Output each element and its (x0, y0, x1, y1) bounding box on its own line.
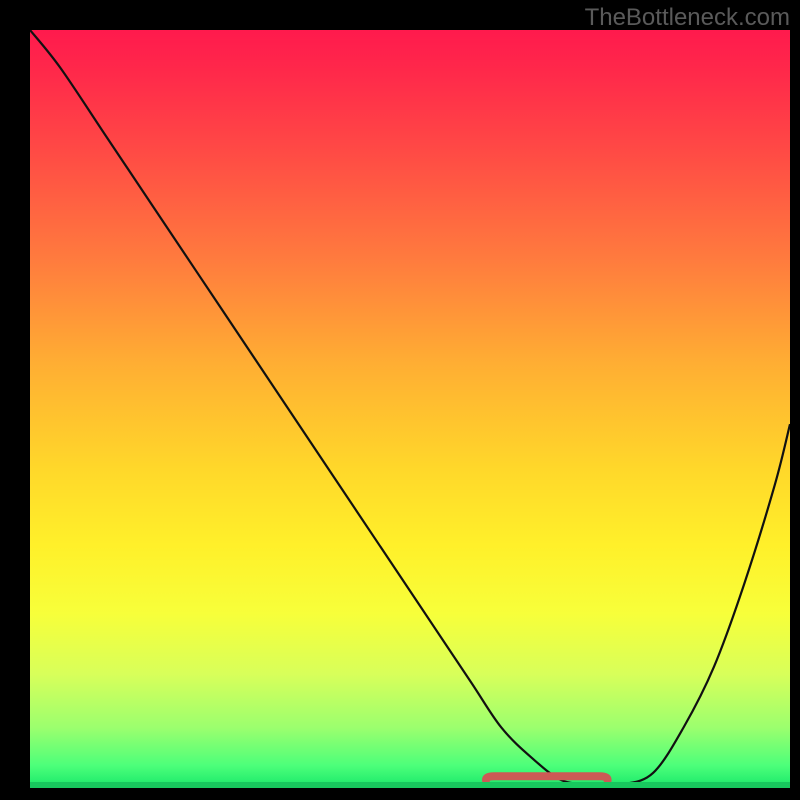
watermark-text: TheBottleneck.com (585, 4, 790, 32)
curve-svg (30, 30, 790, 788)
green-baseline (30, 782, 790, 788)
bottleneck-curve (30, 30, 790, 785)
chart-container: TheBottleneck.com (0, 0, 800, 800)
plot-area (30, 30, 790, 788)
optimal-range-marker (486, 776, 608, 780)
